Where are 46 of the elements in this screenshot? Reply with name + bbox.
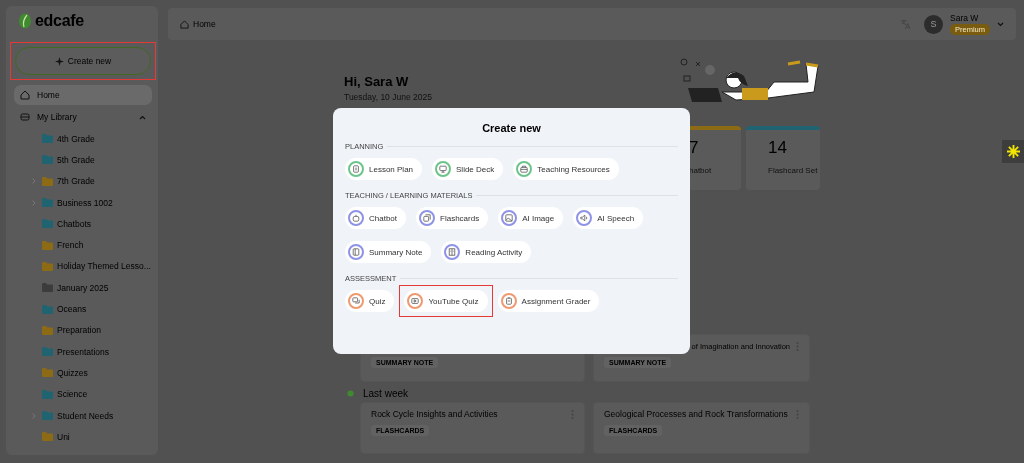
helper-button[interactable] — [1002, 140, 1024, 163]
chevron-down-icon[interactable] — [997, 21, 1004, 27]
create-option-button[interactable]: Assignment Grader — [497, 290, 600, 312]
create-option-button[interactable]: Flashcards — [416, 207, 489, 229]
asterisk-icon — [1006, 145, 1020, 158]
folder-item[interactable]: 5th Grade — [10, 149, 156, 171]
greeting-title: Hi, Sara W — [344, 74, 410, 89]
avatar[interactable]: S — [924, 14, 943, 34]
create-option-button[interactable]: Lesson Plan — [345, 158, 423, 180]
folder-item[interactable]: Oceans — [10, 298, 156, 320]
nav-item[interactable]: My Library — [14, 107, 152, 127]
logo-icon — [18, 13, 32, 29]
user-name: Sara W — [950, 13, 980, 23]
create-option-button[interactable]: Slide Deck — [432, 158, 504, 180]
folder-item[interactable]: Chatbots — [10, 213, 156, 235]
folder-item[interactable]: Student Needs — [10, 404, 156, 427]
folder-item[interactable]: 7th Grade — [10, 170, 156, 192]
folder-item[interactable]: French — [10, 234, 156, 256]
nav-item[interactable]: Home — [14, 85, 152, 105]
create-option-button[interactable]: Reading Activity — [441, 241, 532, 263]
create-option-button[interactable]: Summary Note — [345, 241, 432, 263]
section-heading: Last week — [363, 388, 409, 399]
home-icon — [180, 19, 189, 29]
breadcrumb-link[interactable]: Home — [180, 19, 216, 29]
folder-item[interactable]: Preparation — [10, 319, 156, 341]
folder-item[interactable]: 4th Grade — [10, 128, 156, 150]
folder-item[interactable]: Uni — [10, 426, 156, 448]
create-option-button[interactable]: Quiz — [345, 290, 395, 312]
folder-item[interactable]: Holiday Themed Lesso... — [10, 255, 156, 278]
create-option-button[interactable]: AI Speech — [573, 207, 644, 229]
dialog-title: Create new — [481, 122, 542, 134]
create-option-button[interactable]: YouTube Quiz — [404, 290, 488, 312]
home-icon — [20, 90, 30, 100]
folder-item[interactable]: Presentations — [10, 340, 156, 363]
folder-item[interactable]: Quizzes — [10, 362, 156, 384]
chevron-icon — [139, 114, 146, 120]
create-new-button[interactable]: Create new — [15, 47, 151, 75]
folder-item[interactable]: Science — [10, 383, 156, 405]
create-option-button[interactable]: AI Image — [498, 207, 564, 229]
folder-item[interactable]: Business 1002 — [10, 191, 156, 214]
create-option-button[interactable]: Teaching Resources — [513, 158, 619, 180]
logo-text: edcafe — [35, 12, 84, 30]
create-option-button[interactable]: Chatbot — [345, 207, 407, 229]
tray-icon — [20, 112, 30, 122]
folder-item[interactable]: January 2025 — [10, 277, 156, 299]
sparkle-icon — [54, 56, 64, 66]
